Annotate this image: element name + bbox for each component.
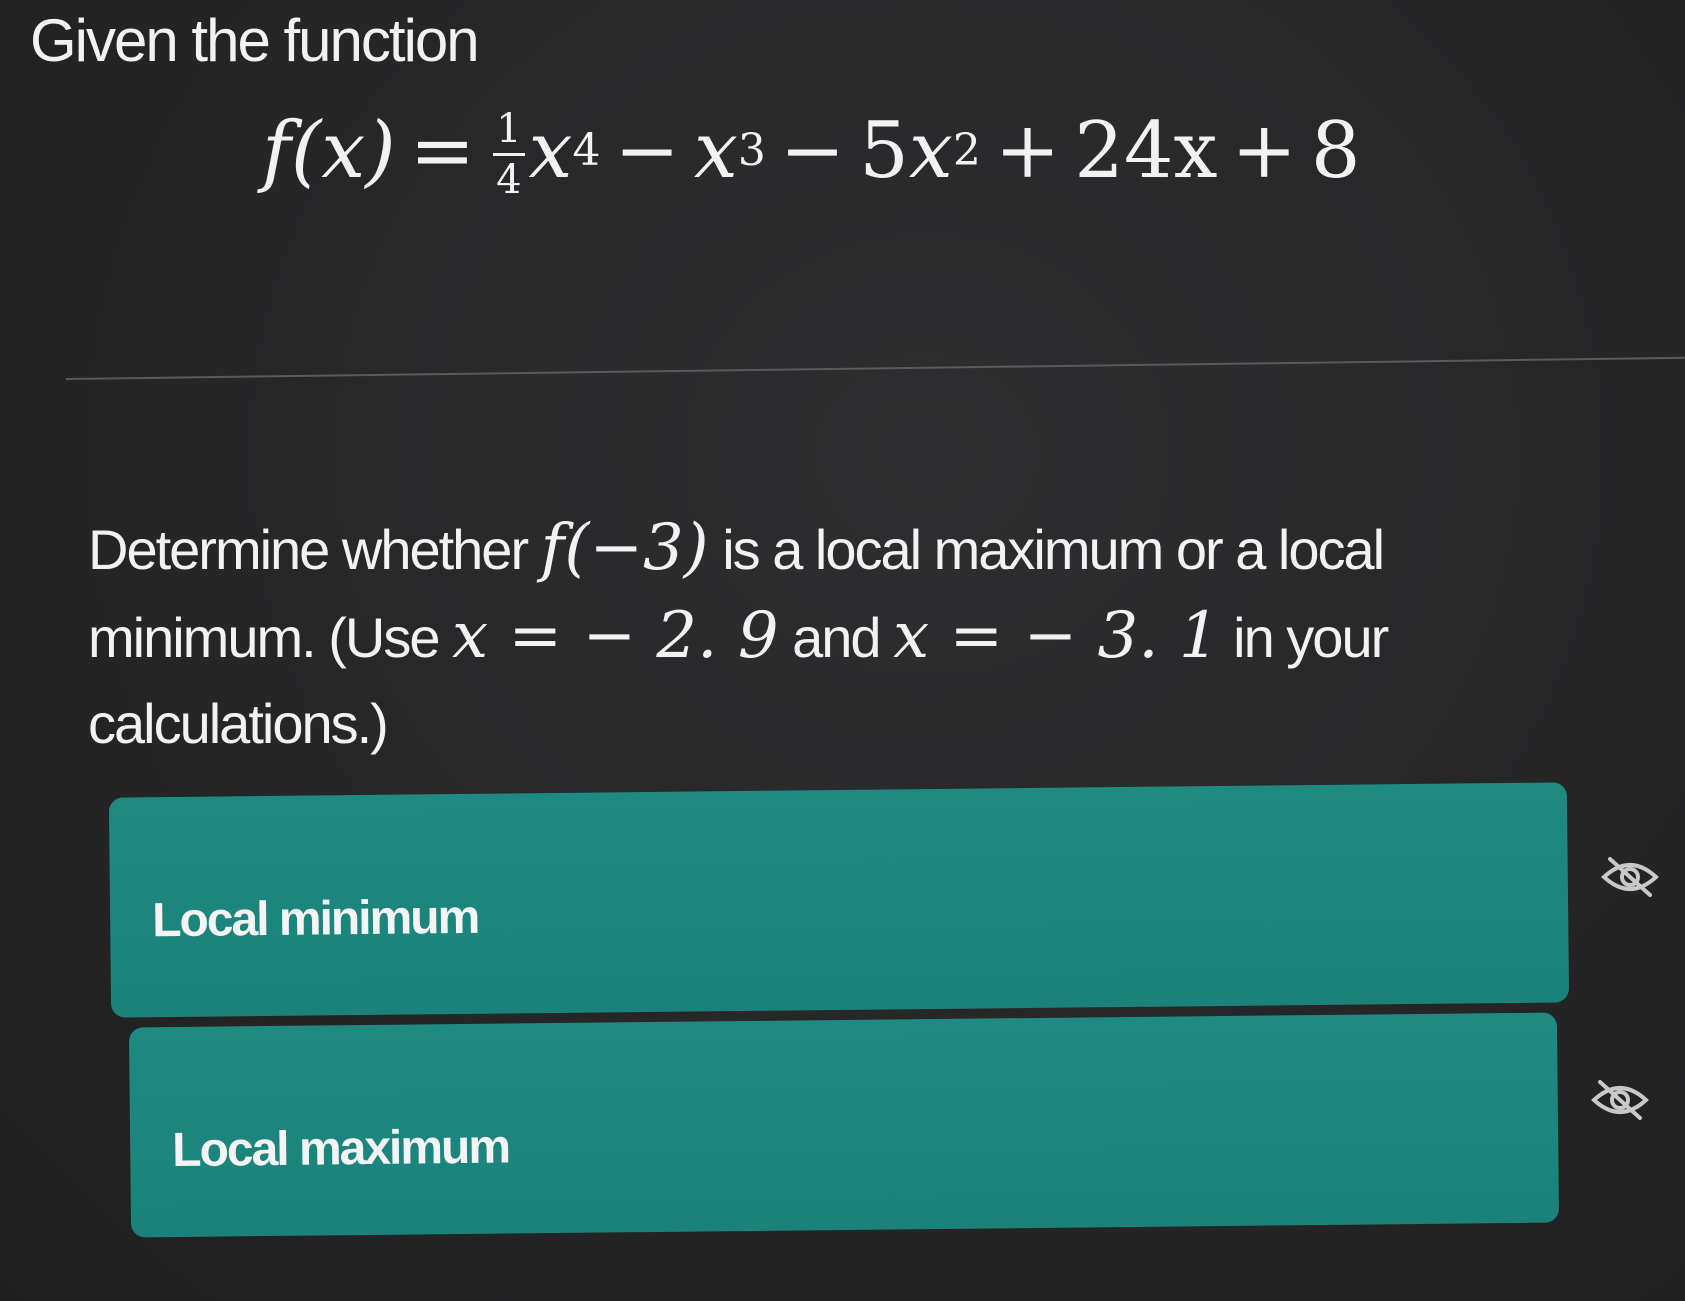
question-page: Given the function f(x) = 1 4 x4 − x3 − … [0,0,1685,1301]
eye-slash-icon[interactable] [1600,855,1660,899]
term3-base: x [908,105,953,196]
formula-fraction: 1 4 [493,109,525,203]
section-divider [65,356,1685,380]
answer-option-local-maximum[interactable]: Local maximum [128,1012,1560,1238]
prompt-math-2: x = − 2. 9 [452,599,779,673]
term3-coefficient: 5 [859,105,909,196]
term5: 8 [1310,105,1361,196]
formula-op2: − [779,105,846,196]
function-formula: f(x) = 1 4 x4 − x3 − 5x2 + 24x + 8 [262,105,1361,203]
fraction-numerator: 1 [493,109,525,156]
formula-lhs: f(x) [262,105,396,196]
answer-option-local-minimum[interactable]: Local minimum [108,782,1570,1018]
prompt-math-1: f(−3) [540,511,709,585]
formula-op1: − [614,105,680,196]
fraction-denominator: 4 [496,157,522,203]
question-prompt: Determine whether f(−3) is a local maxim… [88,505,1508,767]
term2-base: x [693,105,738,196]
question-intro: Given the function [30,7,480,74]
prompt-math-3: x = − 3. 1 [893,599,1220,673]
option-label: Local minimum [151,890,479,948]
formula-op3: + [994,105,1061,196]
term1-base: x [528,105,573,196]
prompt-text-3: and [778,606,894,669]
option-label: Local maximum [171,1120,510,1178]
term4: 24x [1074,105,1218,196]
formula-equals: = [409,105,476,196]
prompt-text-1: Determine whether [88,518,541,581]
formula-op4: + [1231,105,1297,196]
eye-slash-icon[interactable] [1590,1078,1650,1122]
